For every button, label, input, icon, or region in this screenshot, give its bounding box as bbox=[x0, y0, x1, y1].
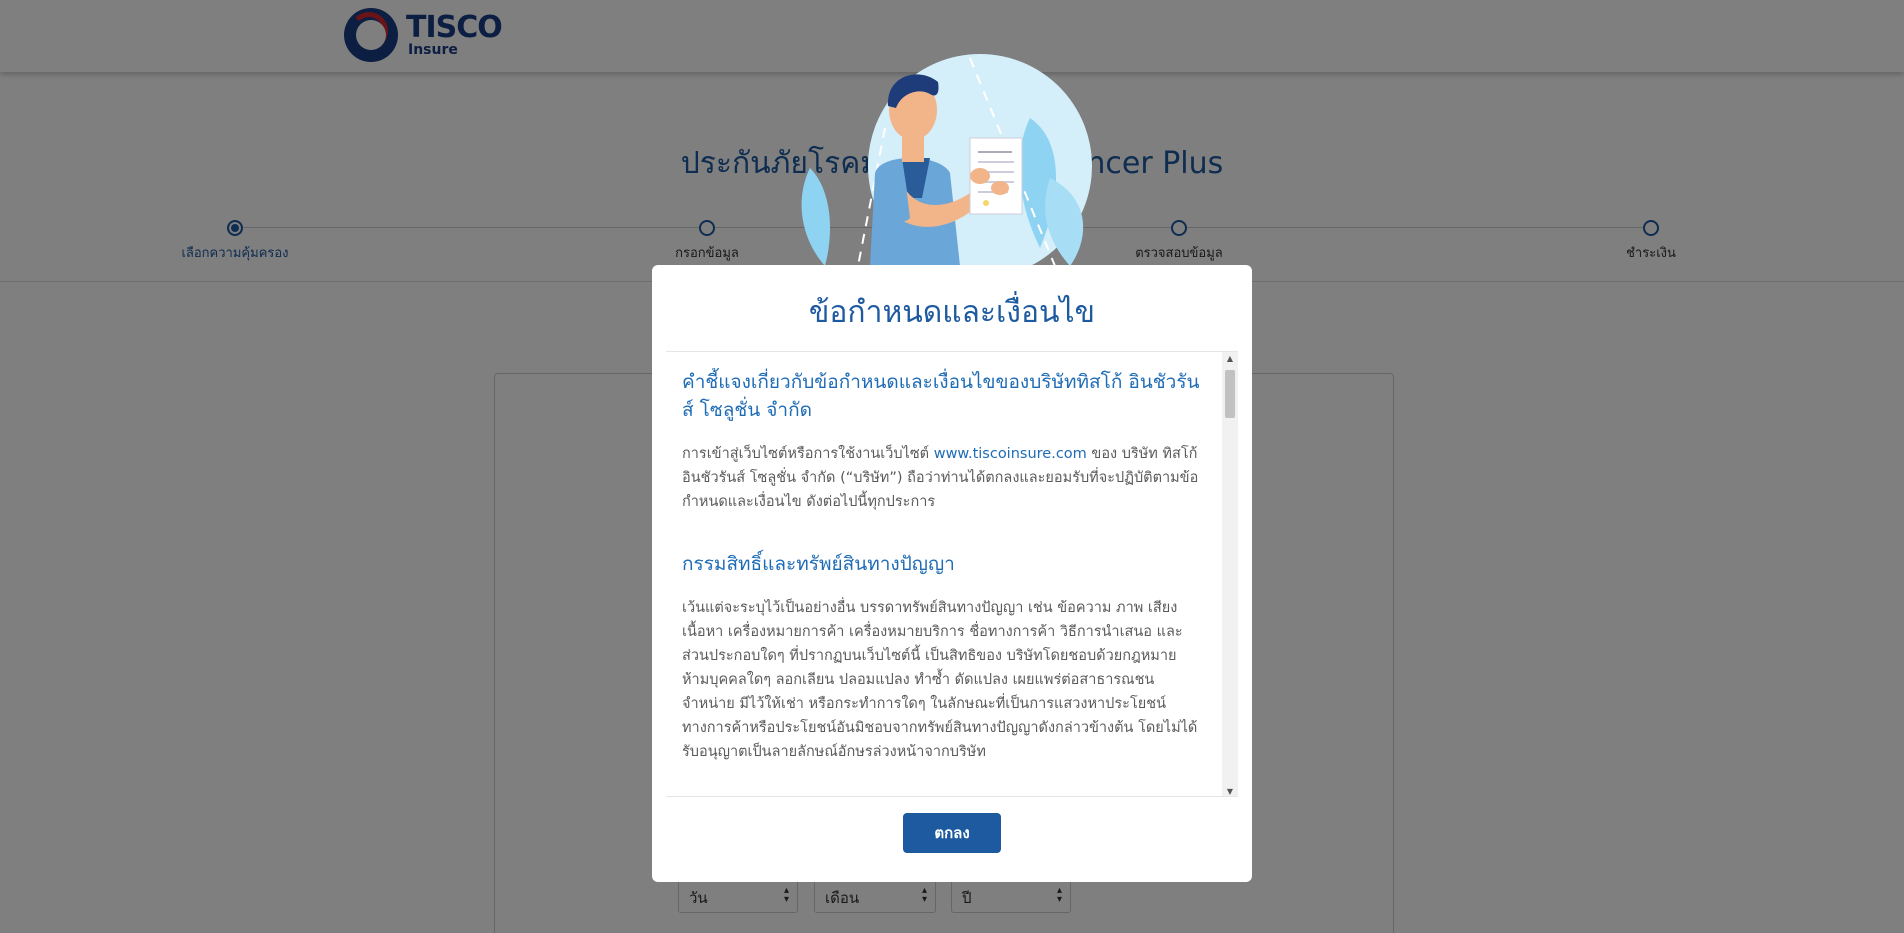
section-heading: กรรมสิทธิ์และทรัพย์สินทางปัญญา bbox=[682, 553, 955, 575]
modal-title: ข้อกำหนดและเงื่อนไข bbox=[808, 295, 1096, 330]
scroll-up-arrow-icon[interactable]: ▲ bbox=[1222, 354, 1238, 363]
website-link[interactable]: www.tiscoinsure.com bbox=[934, 446, 1087, 462]
terms-content: คำชี้แจงเกี่ยวกับข้อกำหนดและเงื่อนไขของบ… bbox=[682, 368, 1202, 796]
terms-modal: ข้อกำหนดและเงื่อนไข คำชี้แจงเกี่ยวกับข้อ… bbox=[652, 265, 1252, 882]
terms-scroll-area[interactable]: คำชี้แจงเกี่ยวกับข้อกำหนดและเงื่อนไขของบ… bbox=[666, 351, 1238, 797]
section-heading: คำชี้แจงเกี่ยวกับข้อกำหนดและเงื่อนไขของบ… bbox=[682, 371, 1200, 421]
accept-button[interactable]: ตกลง bbox=[903, 813, 1001, 853]
man-holding-document-illustration bbox=[801, 54, 1092, 266]
scroll-down-arrow-icon[interactable]: ▼ bbox=[1222, 787, 1238, 796]
section-paragraph: เว้นแต่จะระบุไว้เป็นอย่างอื่น บรรดาทรัพย… bbox=[682, 600, 1198, 760]
section-paragraph: การเข้าสู่เว็บไซต์หรือการใช้งานเว็บไซต์ … bbox=[682, 446, 1199, 510]
vertical-scrollbar[interactable]: ▲ ▼ bbox=[1222, 352, 1238, 796]
scrollbar-thumb[interactable] bbox=[1225, 370, 1235, 418]
